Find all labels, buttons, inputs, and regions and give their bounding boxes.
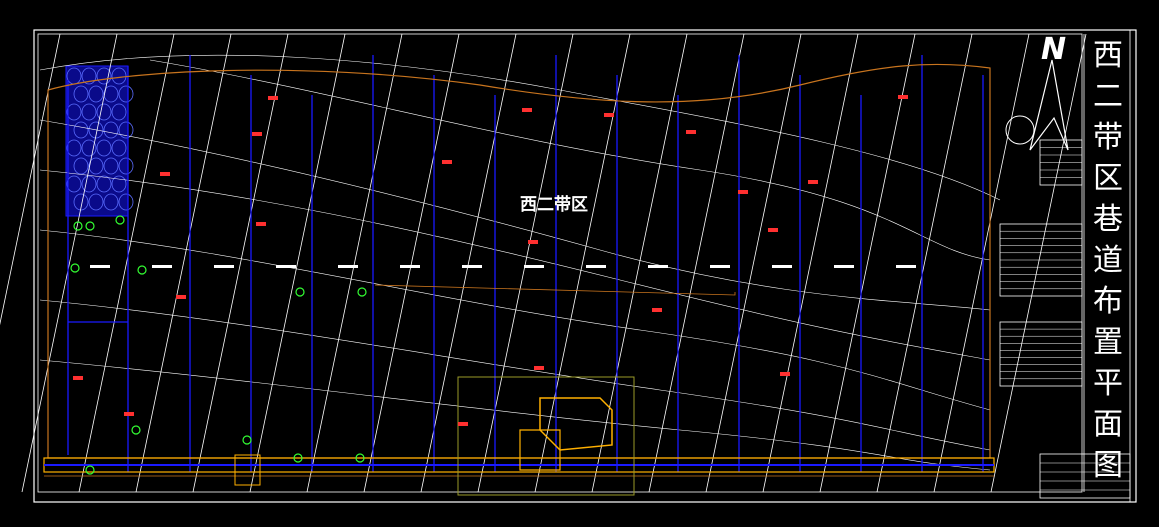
- borehole-marker: [458, 422, 468, 426]
- panel-label: [710, 265, 730, 268]
- title-character: 二: [1093, 79, 1123, 114]
- borehole-marker: [442, 160, 452, 164]
- borehole-marker: [268, 96, 278, 100]
- contour-line: [39, 54, 1001, 201]
- area-label: 西二带区: [520, 195, 588, 215]
- borehole-marker: [73, 376, 83, 380]
- borehole-marker: [176, 295, 186, 299]
- borehole-marker: [898, 95, 908, 99]
- facility-shaft: [539, 397, 613, 451]
- outer-frame: [33, 29, 1137, 503]
- mine-plan-drawing: [0, 29, 1137, 503]
- contour-line: [591, 33, 688, 493]
- title-character: 西: [1093, 38, 1123, 73]
- north-arrow: [1029, 59, 1069, 151]
- panel-label: [214, 265, 234, 268]
- title-character: 带: [1093, 120, 1123, 155]
- contour-line: [762, 33, 859, 493]
- borehole-marker: [160, 172, 170, 176]
- contour-line: [933, 33, 1030, 493]
- title-character: 置: [1093, 325, 1123, 360]
- cad-drawing: 西二带区 N 西二带区巷道布置平面图: [0, 0, 1159, 523]
- borehole-marker: [738, 190, 748, 194]
- borehole-marker: [686, 130, 696, 134]
- contour-line: [39, 229, 991, 411]
- title-character: 图: [1093, 448, 1123, 483]
- mine-boundary: [47, 63, 991, 459]
- panel-label: [648, 265, 668, 268]
- north-letter: N: [1041, 32, 1067, 67]
- title-character: 面: [1093, 407, 1123, 442]
- title-character: 平: [1093, 366, 1123, 401]
- boundary-line: [374, 284, 736, 296]
- contour-line: [192, 33, 289, 493]
- panel-label: [400, 265, 420, 268]
- north-arrow: [1005, 115, 1035, 145]
- title-character: 布: [1093, 284, 1123, 319]
- contour-line: [648, 33, 745, 493]
- panel-label: [90, 265, 110, 268]
- contour-line: [363, 33, 460, 493]
- survey-station: [357, 287, 367, 297]
- borehole-marker: [768, 228, 778, 232]
- survey-station: [85, 465, 95, 475]
- contour-line: [477, 33, 574, 493]
- survey-station: [115, 215, 125, 225]
- panel-label: [586, 265, 606, 268]
- goaf-area: [65, 65, 129, 217]
- inner-frame: [37, 33, 1083, 493]
- survey-station: [131, 425, 141, 435]
- borehole-marker: [522, 108, 532, 112]
- contour-line: [135, 33, 232, 493]
- panel-label: [524, 265, 544, 268]
- contour-line: [990, 33, 1087, 493]
- survey-station: [85, 221, 95, 231]
- panel-label: [152, 265, 172, 268]
- borehole-marker: [252, 132, 262, 136]
- borehole-marker: [652, 308, 662, 312]
- contour-line: [420, 33, 517, 493]
- borehole-marker: [534, 366, 544, 370]
- borehole-marker: [528, 240, 538, 244]
- survey-station: [70, 263, 80, 273]
- title-character: 巷: [1093, 202, 1123, 237]
- borehole-marker: [604, 113, 614, 117]
- panel-label: [338, 265, 358, 268]
- borehole-marker: [256, 222, 266, 226]
- panel-label: [896, 265, 916, 268]
- panel-label: [276, 265, 296, 268]
- contour-line: [819, 33, 916, 493]
- facility-yard: [234, 454, 261, 486]
- panel-label: [462, 265, 482, 268]
- contour-line: [39, 299, 991, 451]
- title-character: 区: [1093, 161, 1123, 196]
- survey-station: [137, 265, 147, 275]
- contour-line: [306, 33, 403, 493]
- survey-station: [242, 435, 252, 445]
- contour-line: [876, 33, 973, 493]
- info-table: [999, 321, 1083, 387]
- borehole-marker: [808, 180, 818, 184]
- panel-label: [834, 265, 854, 268]
- borehole-marker: [780, 372, 790, 376]
- borehole-marker: [124, 412, 134, 416]
- panel-label: [772, 265, 792, 268]
- contour-line: [705, 33, 802, 493]
- contour-line: [0, 33, 61, 326]
- survey-station: [295, 287, 305, 297]
- title-character: 道: [1093, 243, 1123, 278]
